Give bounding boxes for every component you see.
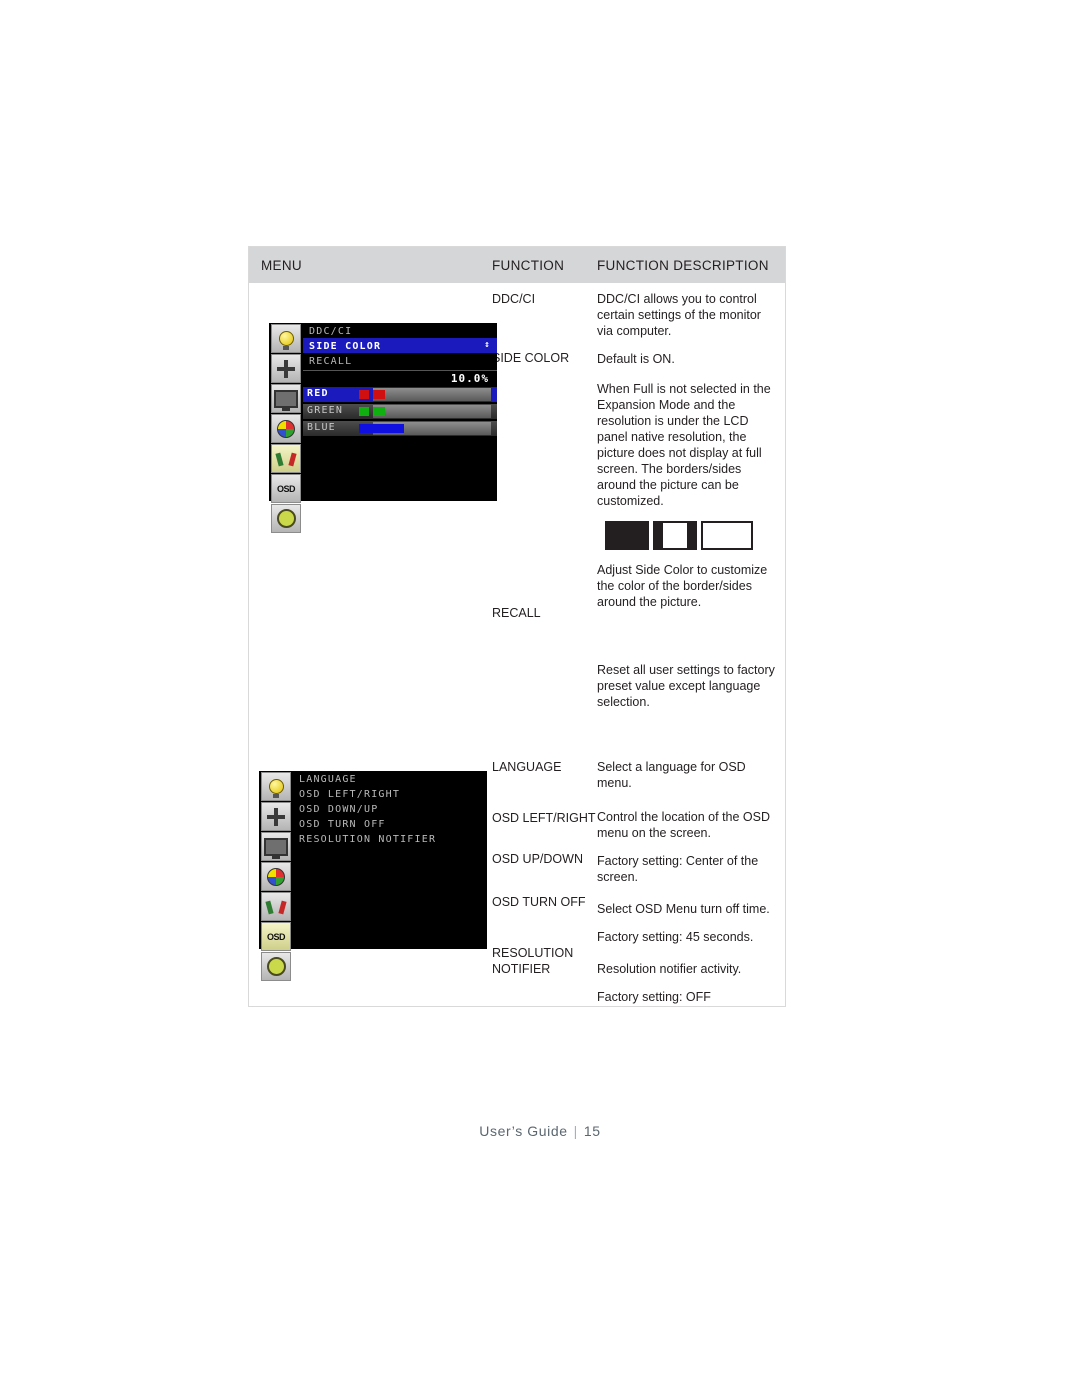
page-footer: User’s Guide | 15 <box>0 1123 1080 1139</box>
description-ddcci-2: Default is ON. <box>597 352 675 366</box>
function-label-language: LANGUAGE <box>492 760 562 774</box>
osd-menu-item-language[interactable]: LANGUAGE <box>293 771 487 786</box>
osd-menu-item-side-color-label: SIDE COLOR <box>309 341 382 352</box>
footer-page-number: 15 <box>583 1123 601 1139</box>
function-column-1: DDC/CI SIDE COLOR RECALL <box>492 283 597 751</box>
brightness-contrast-icon[interactable] <box>271 354 301 383</box>
table-header-row: MENU FUNCTION FUNCTION DESCRIPTION <box>249 247 785 283</box>
updown-arrow-icon: ↕ <box>484 340 491 350</box>
exit-power-icon[interactable] <box>261 952 291 981</box>
function-label-osd-turn-off: OSD TURN OFF <box>492 894 586 909</box>
osd-slider-blue[interactable]: BLUE <box>303 421 497 436</box>
document-page: MENU FUNCTION FUNCTION DESCRIPTION OSD D… <box>0 0 1080 1397</box>
function-label-recall: RECALL <box>492 605 541 620</box>
illustration-box-filled <box>605 521 649 550</box>
function-column-2: LANGUAGE OSD LEFT/RIGHT OSD UP/DOWN OSD … <box>492 751 597 1006</box>
osd-menu-list-2: LANGUAGE OSD LEFT/RIGHT OSD DOWN/UP OSD … <box>293 771 487 846</box>
description-ddcci-1: DDC/CI allows you to control certain set… <box>597 292 761 338</box>
osd-screenshot-side-color: OSD DDC/CI ↕ SIDE COLOR RECALL 10.0% RED… <box>269 323 497 533</box>
tools-icon[interactable] <box>261 892 291 921</box>
osd-menu-item-ddcci[interactable]: DDC/CI <box>303 323 497 338</box>
color-wheel-icon[interactable] <box>261 862 291 891</box>
color-wheel-icon[interactable] <box>271 414 301 443</box>
side-color-illustration <box>605 521 775 550</box>
osd-slider-red[interactable]: RED <box>303 387 497 402</box>
footer-separator: | <box>573 1123 578 1139</box>
bulb-icon[interactable] <box>271 324 301 353</box>
column-header-description: FUNCTION DESCRIPTION <box>597 257 769 273</box>
menu-column-1: OSD DDC/CI ↕ SIDE COLOR RECALL 10.0% RED… <box>249 283 497 751</box>
table-body: OSD DDC/CI ↕ SIDE COLOR RECALL 10.0% RED… <box>249 283 785 1006</box>
osd-screenshot-language: OSD LANGUAGE OSD LEFT/RIGHT OSD DOWN/UP … <box>259 771 487 981</box>
osd-icon[interactable]: OSD <box>271 474 301 503</box>
slider-groove-green <box>373 405 491 418</box>
table-section-osd: OSD LANGUAGE OSD LEFT/RIGHT OSD DOWN/UP … <box>249 751 785 1006</box>
osd-menu-item-osd-left-right[interactable]: OSD LEFT/RIGHT <box>293 786 487 801</box>
monitor-icon[interactable] <box>261 832 291 861</box>
slider-groove-red <box>373 388 491 401</box>
osd-icon-strip-1: OSD <box>269 323 303 534</box>
description-column-2: Select a language for OSD menu. Control … <box>597 751 785 1006</box>
description-side-color-1: When Full is not selected in the Expansi… <box>597 382 771 508</box>
description-osd-turn-off-1: Select OSD Menu turn off time. <box>597 902 770 916</box>
footer-label: User’s Guide <box>479 1123 568 1139</box>
tools-icon[interactable] <box>271 444 301 473</box>
description-column-1: DDC/CI allows you to control certain set… <box>597 283 785 751</box>
osd-value-readout: 10.0% <box>303 371 497 387</box>
function-label-osd-up-down: OSD UP/DOWN <box>492 851 583 866</box>
illustration-box-empty <box>701 521 753 550</box>
description-side-color-2: Adjust Side Color to customize the color… <box>597 563 768 609</box>
osd-menu-item-resolution-notifier[interactable]: RESOLUTION NOTIFIER <box>293 831 487 846</box>
slider-fill-blue <box>359 424 404 433</box>
osd-slider-blue-label: BLUE <box>307 422 336 433</box>
osd-icon-strip-2: OSD <box>259 771 293 982</box>
monitor-icon[interactable] <box>271 384 301 413</box>
illustration-box-sides <box>653 521 697 550</box>
column-header-function: FUNCTION <box>492 257 565 273</box>
menu-column-2: OSD LANGUAGE OSD LEFT/RIGHT OSD DOWN/UP … <box>249 751 492 1006</box>
osd-menu-item-recall[interactable]: RECALL <box>303 353 497 368</box>
osd-slider-red-label: RED <box>307 388 329 399</box>
description-osd-up-down: Factory setting: Center of the screen. <box>597 854 759 884</box>
function-table: MENU FUNCTION FUNCTION DESCRIPTION OSD D… <box>248 246 786 1007</box>
description-resolution-notifier-1: Resolution notifier activity. <box>597 962 742 976</box>
osd-menu-item-side-color[interactable]: ↕ SIDE COLOR <box>303 338 497 353</box>
description-osd-turn-off-2: Factory setting: 45 seconds. <box>597 930 754 944</box>
osd-menu-list-1: DDC/CI ↕ SIDE COLOR RECALL <box>303 323 497 368</box>
osd-rgb-panel: 10.0% RED GREEN BLUE <box>303 370 497 438</box>
osd-menu-item-osd-down-up[interactable]: OSD DOWN/UP <box>293 801 487 816</box>
table-section-ddcci: OSD DDC/CI ↕ SIDE COLOR RECALL 10.0% RED… <box>249 283 785 751</box>
description-osd-left-right: Control the location of the OSD menu on … <box>597 810 771 840</box>
column-header-menu: MENU <box>261 257 302 273</box>
osd-slider-green[interactable]: GREEN <box>303 404 497 419</box>
description-resolution-notifier-2: Factory setting: OFF <box>597 990 711 1004</box>
function-label-osd: OSD LEFT/RIGHT <box>492 810 596 825</box>
slider-fill-green <box>373 407 385 416</box>
slider-fill-red <box>373 390 385 399</box>
function-label-osd-left-right: OSD LEFT/RIGHT <box>492 810 597 827</box>
exit-power-icon[interactable] <box>271 504 301 533</box>
function-label-resolution-notifier: RESOLUTION NOTIFIER <box>492 945 574 977</box>
description-language: Select a language for OSD menu. <box>597 760 746 790</box>
osd-icon[interactable]: OSD <box>261 922 291 951</box>
osd-menu-item-osd-turn-off[interactable]: OSD TURN OFF <box>293 816 487 831</box>
brightness-contrast-icon[interactable] <box>261 802 291 831</box>
osd-slider-green-label: GREEN <box>307 405 344 416</box>
function-label-side-color: SIDE COLOR <box>492 350 570 365</box>
color-chip-green <box>359 407 369 416</box>
function-label-ddcci: DDC/CI <box>492 292 536 306</box>
bulb-icon[interactable] <box>261 772 291 801</box>
description-recall: Reset all user settings to factory prese… <box>597 663 775 709</box>
color-chip-red <box>359 390 369 399</box>
